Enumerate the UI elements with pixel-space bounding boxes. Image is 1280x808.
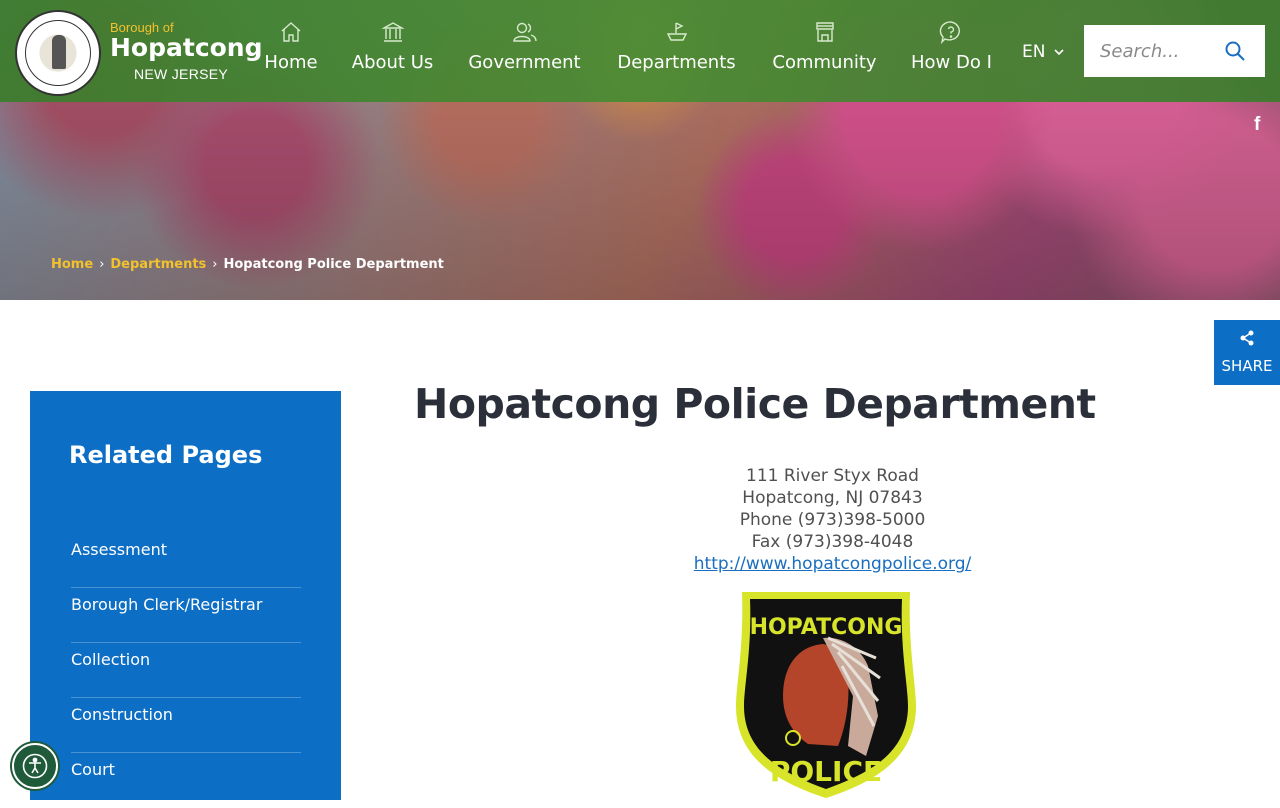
nav-how-do-i[interactable]: How Do I bbox=[911, 20, 992, 82]
brand-state: NEW JERSEY bbox=[134, 66, 229, 82]
breadcrumb-home[interactable]: Home bbox=[51, 257, 93, 272]
phone-number: Phone (973)398-5000 bbox=[739, 510, 926, 530]
nav-government[interactable]: Government bbox=[468, 20, 581, 82]
home-icon bbox=[281, 22, 301, 42]
accessibility-button[interactable] bbox=[12, 743, 58, 789]
nav-community-label: Community bbox=[772, 52, 877, 73]
share-button[interactable]: SHARE bbox=[1214, 320, 1280, 385]
nav-government-label: Government bbox=[468, 52, 581, 73]
sidebar-item-label: Collection bbox=[71, 650, 151, 669]
badge-bottom-text: POLICE bbox=[770, 755, 882, 788]
search-icon[interactable] bbox=[1224, 40, 1246, 62]
seal-inner-ring bbox=[25, 20, 91, 86]
sidebar-item-assessment[interactable]: Assessment bbox=[71, 533, 301, 588]
badge-top-text: HOPATCONG bbox=[750, 615, 903, 640]
borough-seal-logo[interactable] bbox=[15, 10, 101, 96]
accessibility-icon bbox=[22, 753, 48, 779]
breadcrumb-departments[interactable]: Departments bbox=[110, 257, 206, 272]
seal-figure bbox=[52, 35, 66, 69]
site-header: Borough of Hopatcong NEW JERSEY Home Abo… bbox=[0, 0, 1280, 102]
storefront-icon bbox=[815, 22, 834, 42]
nav-departments-label: Departments bbox=[617, 52, 736, 73]
nav-about-us-label: About Us bbox=[351, 52, 434, 73]
nav-how-do-i-label: How Do I bbox=[911, 52, 992, 73]
sidebar-item-label: Assessment bbox=[71, 540, 167, 559]
address-line-1: 111 River Styx Road bbox=[746, 466, 919, 486]
sidebar-item-label: Borough Clerk/Registrar bbox=[71, 595, 263, 614]
breadcrumb: Home › Departments › Hopatcong Police Depart… bbox=[51, 257, 444, 272]
building-icon bbox=[380, 22, 405, 42]
address-line-2: Hopatcong, NJ 07843 bbox=[742, 488, 923, 508]
nav-departments[interactable]: Departments bbox=[616, 20, 737, 82]
search-input[interactable] bbox=[1084, 25, 1214, 77]
website-link[interactable]: http://www.hopatcongpolice.org/ bbox=[694, 554, 971, 574]
facebook-icon[interactable]: f bbox=[1254, 114, 1260, 136]
breadcrumb-current: Hopatcong Police Department bbox=[223, 257, 444, 272]
sidebar-title: Related Pages bbox=[69, 441, 263, 469]
people-icon bbox=[512, 22, 537, 42]
fax-number: Fax (973)398-4048 bbox=[751, 532, 914, 552]
related-pages-sidebar: Related Pages Assessment Borough Clerk/R… bbox=[30, 391, 341, 808]
page-title: Hopatcong Police Department bbox=[414, 380, 1096, 428]
breadcrumb-separator: › bbox=[99, 257, 105, 272]
sidebar-item-borough-clerk[interactable]: Borough Clerk/Registrar bbox=[71, 588, 301, 643]
nav-home-label: Home bbox=[264, 52, 318, 73]
chevron-down-icon[interactable] bbox=[1053, 46, 1065, 58]
sidebar-item-label: Construction bbox=[71, 705, 173, 724]
flag-boat-icon bbox=[666, 22, 687, 41]
police-badge-image: HOPATCONG POLICE bbox=[736, 592, 916, 798]
question-icon bbox=[939, 21, 960, 44]
language-selector[interactable]: EN bbox=[1022, 42, 1045, 62]
search-box bbox=[1084, 25, 1265, 77]
nav-community[interactable]: Community bbox=[771, 20, 878, 82]
sidebar-item-collection[interactable]: Collection bbox=[71, 643, 301, 698]
breadcrumb-separator: › bbox=[212, 257, 218, 272]
nav-home[interactable]: Home bbox=[264, 20, 318, 82]
share-icon bbox=[1240, 330, 1254, 346]
sidebar-item-construction[interactable]: Construction bbox=[71, 698, 301, 753]
share-label: SHARE bbox=[1221, 357, 1273, 375]
brand-name[interactable]: Hopatcong bbox=[110, 33, 263, 62]
contact-info: 111 River Styx Road Hopatcong, NJ 07843 … bbox=[620, 465, 1045, 575]
nav-about-us[interactable]: About Us bbox=[351, 20, 434, 82]
sidebar-item-label: Court bbox=[71, 760, 115, 779]
